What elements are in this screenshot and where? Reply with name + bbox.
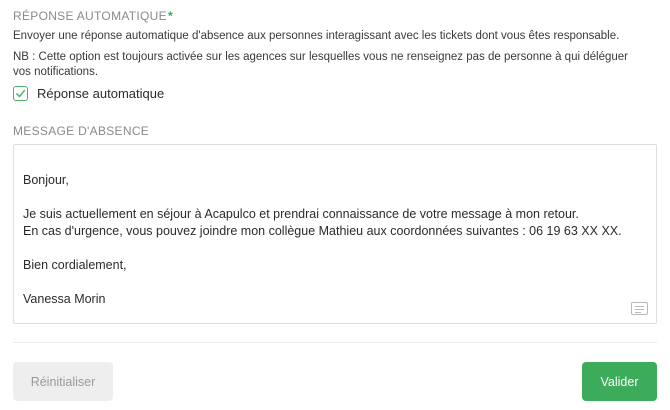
auto-reply-settings: RÉPONSE AUTOMATIQUE* Envoyer une réponse… (0, 0, 670, 410)
auto-reply-description: Envoyer une réponse automatique d'absenc… (13, 30, 620, 42)
auto-reply-checkbox[interactable] (13, 86, 28, 101)
auto-reply-note: NB : Cette option est toujours activée s… (13, 51, 628, 78)
check-icon (16, 89, 26, 98)
auto-reply-checkbox-label[interactable]: Réponse automatique (37, 86, 164, 101)
required-mark: * (167, 9, 173, 23)
reset-button[interactable]: Réinitialiser (13, 362, 113, 401)
auto-reply-checkbox-row[interactable]: Réponse automatique (13, 85, 164, 102)
auto-reply-section-title: RÉPONSE AUTOMATIQUE* (13, 9, 173, 23)
submit-button[interactable]: Valider (582, 362, 657, 401)
absence-message-title: MESSAGE D'ABSENCE (13, 124, 150, 138)
text-format-icon[interactable] (631, 302, 648, 315)
auto-reply-title-text: RÉPONSE AUTOMATIQUE (13, 9, 167, 23)
form-divider (13, 342, 657, 343)
absence-message-textarea[interactable]: Bonjour, Je suis actuellement en séjour … (13, 144, 657, 324)
absence-message-text[interactable]: Bonjour, Je suis actuellement en séjour … (23, 172, 647, 308)
